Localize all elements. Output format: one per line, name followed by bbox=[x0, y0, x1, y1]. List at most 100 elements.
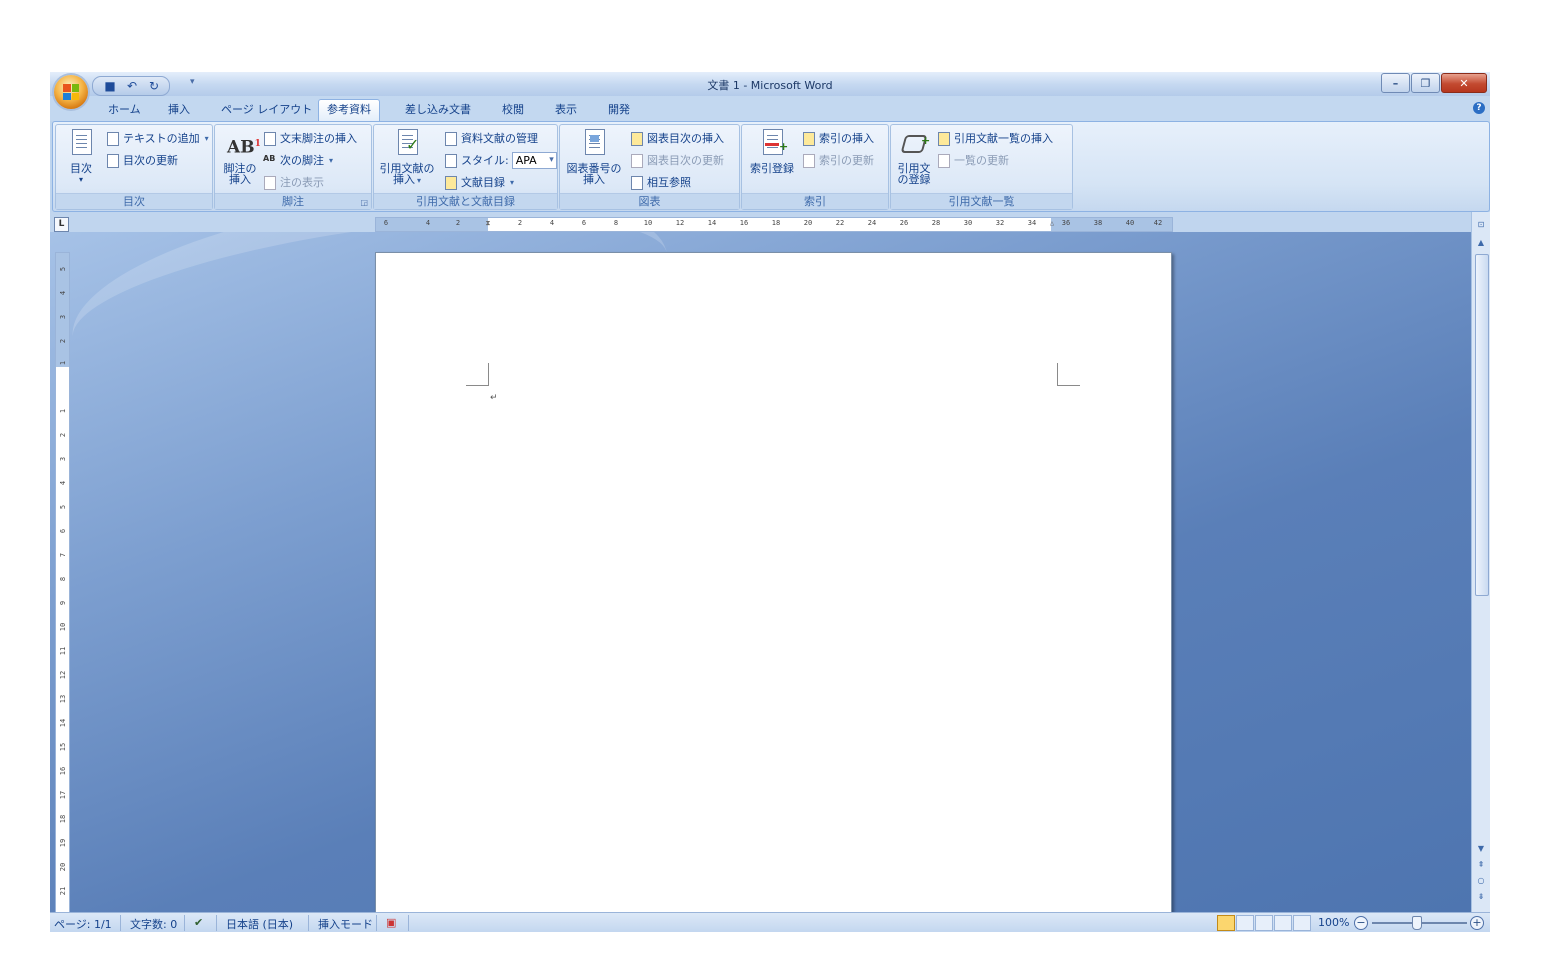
ruler-tick: 1 bbox=[59, 408, 67, 414]
scroll-down-icon[interactable]: ▼ bbox=[1474, 842, 1488, 856]
scroll-up-icon[interactable]: ▲ bbox=[1474, 236, 1488, 250]
web-layout-view-icon[interactable] bbox=[1255, 915, 1273, 931]
minimize-button[interactable]: – bbox=[1381, 73, 1410, 93]
update-toc-button[interactable]: 目次の更新 bbox=[106, 151, 178, 169]
ruler-tick: 3 bbox=[59, 456, 67, 462]
style-selector: スタイル: APA bbox=[444, 151, 557, 169]
page-count[interactable]: ページ: 1/1 bbox=[54, 916, 112, 932]
ruler-tick: 42 bbox=[1153, 219, 1163, 227]
full-screen-reading-view-icon[interactable] bbox=[1236, 915, 1254, 931]
insert-index-button[interactable]: 索引の挿入 bbox=[802, 129, 874, 147]
insert-table-of-figures-button[interactable]: 図表目次の挿入 bbox=[630, 129, 724, 147]
ruler-tick: 8 bbox=[59, 576, 67, 582]
draft-view-icon[interactable] bbox=[1293, 915, 1311, 931]
ruler-tick: 2 bbox=[59, 432, 67, 438]
vertical-ruler[interactable]: 5 4 3 2 1 1 2 3 4 5 6 7 8 9 10 11 12 13 … bbox=[55, 252, 70, 912]
insert-caption-button[interactable]: 図表番号の 挿入 bbox=[563, 129, 625, 185]
horizontal-ruler[interactable]: 6 4 2 ⧗ 2 4 6 8 10 12 14 16 18 20 22 24 … bbox=[375, 217, 1173, 232]
ruler-tick: 2 bbox=[455, 219, 461, 227]
scroll-thumb[interactable] bbox=[1475, 254, 1489, 596]
document-page[interactable]: ↵ bbox=[375, 252, 1172, 912]
insert-endnote-button[interactable]: 文末脚注の挿入 bbox=[263, 129, 357, 147]
browse-object-icon[interactable]: ○ bbox=[1474, 874, 1488, 888]
vertical-scrollbar[interactable]: ⊡ ▲ ▼ ⇞ ○ ⇟ bbox=[1471, 212, 1490, 912]
style-dropdown[interactable]: APA bbox=[511, 151, 557, 169]
restore-button[interactable]: ❐ bbox=[1411, 73, 1440, 93]
ruler-tick: 4 bbox=[549, 219, 555, 227]
manage-sources-button[interactable]: 資料文献の管理 bbox=[444, 129, 538, 147]
print-layout-view-icon[interactable] bbox=[1217, 915, 1235, 931]
office-button[interactable] bbox=[54, 75, 88, 109]
document-area: 5 4 3 2 1 1 2 3 4 5 6 7 8 9 10 11 12 13 … bbox=[50, 232, 1471, 912]
ribbon-tabs: ホーム 挿入 ページ レイアウト 参考資料 差し込み文書 校閲 表示 開発 ? bbox=[50, 96, 1490, 121]
ruler-tick: 5 bbox=[59, 504, 67, 510]
word-count[interactable]: 文字数: 0 bbox=[130, 916, 177, 932]
tab-references[interactable]: 参考資料 bbox=[318, 99, 380, 121]
proofing-icon[interactable]: ✔ bbox=[194, 916, 203, 929]
next-footnote-button[interactable]: AB 次の脚注 ▾ bbox=[263, 151, 333, 169]
mark-citation-button[interactable]: + 引用文 の登録 bbox=[894, 129, 934, 185]
zoom-level[interactable]: 100% bbox=[1318, 916, 1349, 929]
footnote-ab-icon: AB1 bbox=[227, 137, 261, 158]
status-separator bbox=[408, 915, 409, 931]
ruler-tick: 8 bbox=[613, 219, 619, 227]
ruler-tick: 15 bbox=[59, 742, 67, 752]
status-bar: ページ: 1/1 文字数: 0 ✔ 日本語 (日本) 挿入モード ▣ 100% … bbox=[50, 912, 1490, 932]
ruler-tick: 10 bbox=[59, 622, 67, 632]
toc-button[interactable]: 目次 ▾ bbox=[59, 129, 103, 185]
ruler-tick: 38 bbox=[1093, 219, 1103, 227]
ruler-tick: 26 bbox=[899, 219, 909, 227]
table-of-figures-icon bbox=[630, 131, 644, 146]
insert-mode-indicator[interactable]: 挿入モード bbox=[318, 916, 373, 932]
cross-reference-button[interactable]: 相互参照 bbox=[630, 173, 691, 191]
bibliography-button[interactable]: 文献目録 ▾ bbox=[444, 173, 514, 191]
update-toa-icon bbox=[937, 153, 951, 168]
macro-record-icon[interactable]: ▣ bbox=[386, 916, 396, 929]
help-icon[interactable]: ? bbox=[1473, 102, 1485, 114]
bibliography-icon bbox=[444, 175, 458, 190]
insert-footnote-button[interactable]: AB1 脚注の 挿入 bbox=[218, 129, 262, 185]
ruler-tick: 21 bbox=[59, 886, 67, 896]
margin-corner-mark bbox=[466, 363, 489, 386]
zoom-slider-thumb[interactable] bbox=[1412, 916, 1422, 930]
indent-marker-icon[interactable]: ⧗ bbox=[486, 219, 491, 228]
ruler-tick: 14 bbox=[59, 718, 67, 728]
previous-page-icon[interactable]: ⇞ bbox=[1474, 858, 1488, 872]
ruler-toggle-icon[interactable]: ⊡ bbox=[1474, 218, 1488, 232]
show-notes-button[interactable]: 注の表示 bbox=[263, 173, 324, 191]
ruler-tick: 20 bbox=[59, 862, 67, 872]
tab-review[interactable]: 校閲 bbox=[494, 101, 532, 121]
update-toa-button[interactable]: 一覧の更新 bbox=[937, 151, 1009, 169]
tab-view[interactable]: 表示 bbox=[547, 101, 585, 121]
tab-developer[interactable]: 開発 bbox=[600, 101, 638, 121]
group-authorities: + 引用文 の登録 引用文献一覧の挿入 一覧の更新 引用文献一覧 bbox=[890, 124, 1073, 210]
dialog-launcher-icon[interactable]: ◲ bbox=[360, 198, 368, 207]
add-text-button[interactable]: テキストの追加 ▾ bbox=[106, 129, 209, 147]
next-page-icon[interactable]: ⇟ bbox=[1474, 890, 1488, 904]
outline-view-icon[interactable] bbox=[1274, 915, 1292, 931]
ruler-tick: 2 bbox=[517, 219, 523, 227]
tab-mailings[interactable]: 差し込み文書 bbox=[397, 101, 479, 121]
update-index-button[interactable]: 索引の更新 bbox=[802, 151, 874, 169]
update-table-of-figures-button[interactable]: 図表目次の更新 bbox=[630, 151, 724, 169]
insert-toa-button[interactable]: 引用文献一覧の挿入 bbox=[937, 129, 1053, 147]
right-indent-marker-icon[interactable]: △ bbox=[1050, 219, 1054, 227]
ruler-tick: 12 bbox=[59, 670, 67, 680]
language-indicator[interactable]: 日本語 (日本) bbox=[226, 916, 293, 932]
tab-home[interactable]: ホーム bbox=[100, 101, 149, 121]
ruler-tick: 14 bbox=[707, 219, 717, 227]
tab-insert[interactable]: 挿入 bbox=[160, 101, 198, 121]
close-button[interactable]: ✕ bbox=[1441, 73, 1487, 93]
mark-entry-button[interactable]: + 索引登録 bbox=[745, 129, 799, 174]
ruler-tick: 32 bbox=[995, 219, 1005, 227]
group-label: 引用文献一覧 bbox=[891, 193, 1072, 209]
group-toc: 目次 ▾ テキストの追加 ▾ 目次の更新 目次 bbox=[55, 124, 213, 210]
zoom-out-icon[interactable]: − bbox=[1354, 916, 1368, 930]
tab-page-layout[interactable]: ページ レイアウト bbox=[213, 101, 320, 121]
status-separator bbox=[216, 915, 217, 931]
insert-citation-button[interactable]: ✓ 引用文献の 挿入 ▾ bbox=[377, 129, 437, 186]
zoom-in-icon[interactable]: + bbox=[1470, 916, 1484, 930]
ruler-tick: 40 bbox=[1125, 219, 1135, 227]
tab-selector-button[interactable]: L bbox=[54, 217, 69, 232]
chevron-down-icon: ▾ bbox=[204, 133, 209, 143]
